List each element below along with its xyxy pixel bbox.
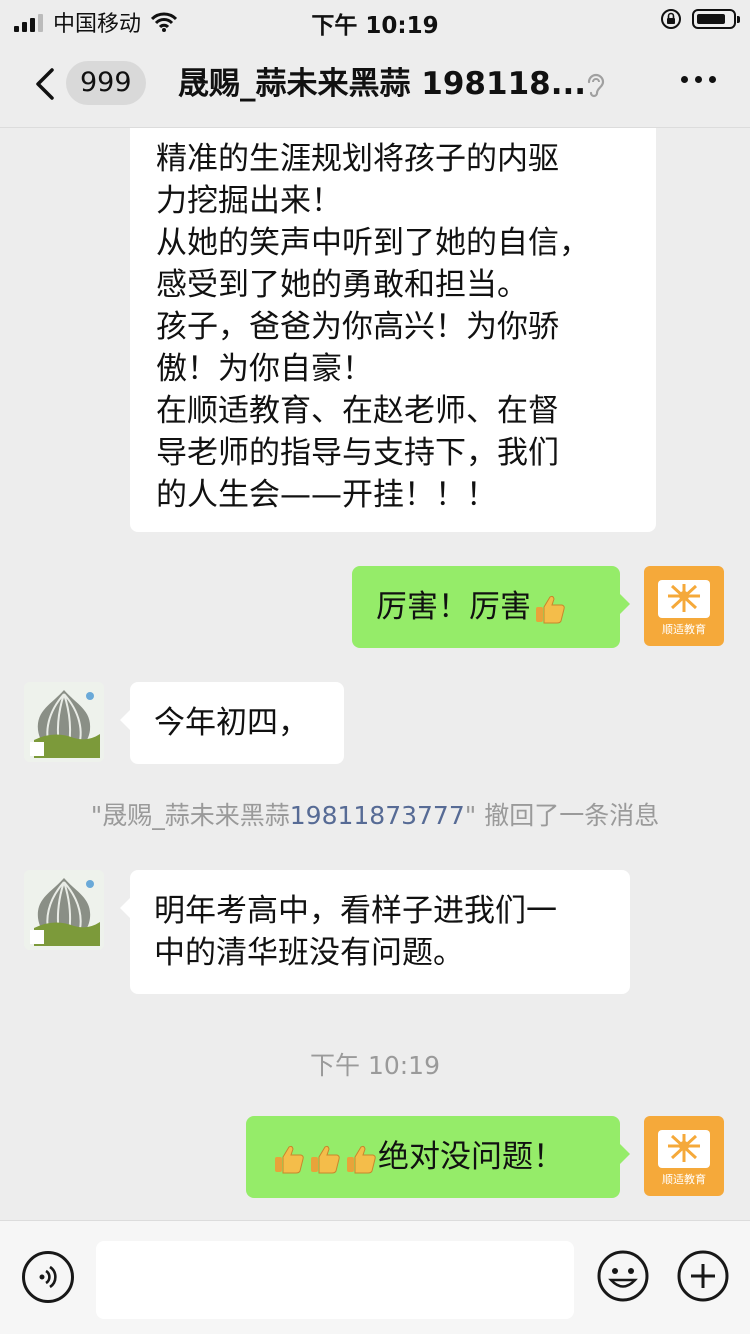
thumbs-up-emoji-icon — [347, 1145, 376, 1173]
earpiece-mode-icon — [587, 73, 605, 98]
logo-icon: 顺适教育 — [658, 1130, 710, 1186]
recall-prefix: "晟赐_蒜未来黑蒜 — [90, 801, 290, 830]
my-avatar[interactable]: 顺适教育 — [644, 566, 724, 646]
battery-icon — [692, 9, 740, 29]
message-timestamp: 下午 10:19 — [310, 1051, 440, 1080]
input-bar — [0, 1220, 750, 1334]
avatar-brand-text: 顺适教育 — [662, 1172, 706, 1186]
orientation-lock-icon — [661, 9, 681, 29]
back-icon[interactable] — [28, 62, 68, 106]
garlic-logo-icon — [24, 870, 104, 950]
emoji-icon[interactable] — [596, 1249, 650, 1303]
message-text: 绝对没问题！ — [378, 1139, 564, 1175]
voice-icon — [39, 1265, 57, 1289]
garlic-logo-icon — [24, 682, 104, 762]
message-bubble-outgoing[interactable]: 厉害！厉害 — [352, 566, 630, 648]
voice-input-button[interactable] — [22, 1251, 74, 1303]
message-bubble-incoming[interactable]: 精准的生涯规划将孩子的内驱 力挖掘出来！ 从她的笑声中听到了她的自信， 感受到了… — [130, 128, 656, 532]
message-text: 厉害！厉害 — [376, 589, 531, 625]
unread-badge[interactable]: 999 — [66, 61, 146, 105]
contact-avatar[interactable] — [24, 870, 104, 950]
message-bubble-incoming[interactable]: 今年初四， — [120, 682, 344, 764]
message-input[interactable] — [96, 1241, 574, 1319]
chat-header: 999 晟赐_蒜未来黑蒜 198118... — [0, 40, 750, 128]
my-avatar[interactable]: 顺适教育 — [644, 1116, 724, 1196]
message-bubble-incoming[interactable]: 明年考高中，看样子进我们一 中的清华班没有问题。 — [120, 870, 630, 994]
thumbs-up-emoji-icon — [311, 1145, 340, 1173]
status-time: 下午 10:19 — [311, 13, 439, 39]
logo-icon: 顺适教育 — [658, 580, 710, 636]
recall-phone-link[interactable]: 19811873777 — [290, 801, 465, 830]
message-text: 精准的生涯规划将孩子的内驱 力挖掘出来！ 从她的笑声中听到了她的自信， 感受到了… — [156, 141, 590, 513]
message-text: 明年考高中，看样子进我们一 中的清华班没有问题。 — [154, 893, 557, 971]
chat-title: 晟赐_蒜未来黑蒜 198118... — [178, 66, 587, 102]
avatar-brand-text: 顺适教育 — [662, 622, 706, 636]
plus-icon[interactable] — [676, 1249, 730, 1303]
recall-suffix: " 撤回了一条消息 — [464, 801, 660, 830]
thumbs-up-emoji-icon — [536, 595, 565, 623]
status-bar: 中国移动 下午 10:19 — [0, 0, 750, 40]
chat-history[interactable]: 精准的生涯规划将孩子的内驱 力挖掘出来！ 从她的笑声中听到了她的自信， 感受到了… — [0, 128, 750, 1220]
recall-notice: "晟赐_蒜未来黑蒜19811873777" 撤回了一条消息 — [0, 796, 750, 832]
thumbs-up-emoji-icon — [275, 1145, 304, 1173]
message-text: 今年初四， — [154, 705, 309, 741]
more-button[interactable] — [681, 76, 716, 83]
message-bubble-outgoing[interactable]: 绝对没问题！ — [246, 1116, 630, 1198]
status-right — [660, 8, 740, 30]
contact-avatar[interactable] — [24, 682, 104, 762]
